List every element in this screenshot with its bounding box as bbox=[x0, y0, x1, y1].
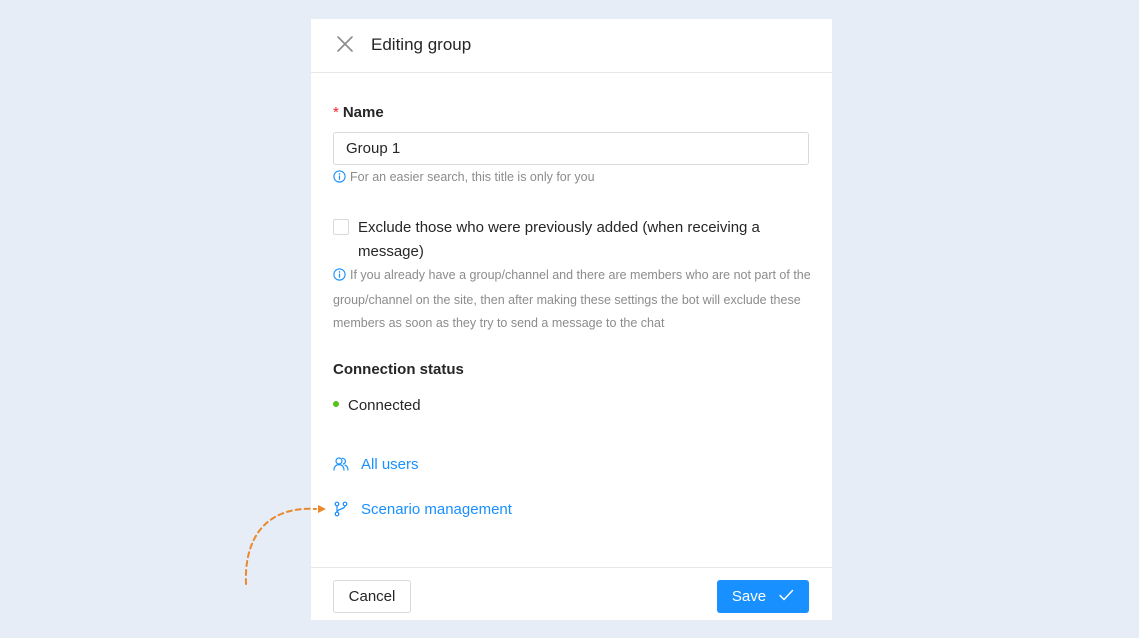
panel-header: Editing group bbox=[311, 19, 832, 73]
name-hint: For an easier search, this title is only… bbox=[333, 167, 595, 189]
info-icon bbox=[333, 266, 346, 289]
name-hint-text: For an easier search, this title is only… bbox=[350, 170, 595, 184]
page-title: Editing group bbox=[371, 35, 472, 54]
name-input[interactable] bbox=[333, 132, 809, 165]
edit-group-panel: Editing group *Name For an easier search… bbox=[311, 19, 832, 620]
scenario-management-link[interactable]: Scenario management bbox=[333, 500, 512, 523]
all-users-link[interactable]: All users bbox=[333, 455, 419, 478]
name-label: * Name bbox=[333, 104, 384, 122]
scenario-management-label: Scenario management bbox=[361, 501, 512, 518]
annotation-arrow-icon bbox=[244, 505, 326, 585]
status-dot-icon bbox=[333, 401, 339, 407]
exclude-hint-text: If you already have a group/channel and … bbox=[333, 268, 811, 330]
panel-footer: Cancel Save bbox=[311, 567, 832, 620]
check-icon bbox=[778, 587, 794, 607]
connection-status-text: Connected bbox=[348, 397, 421, 414]
users-icon bbox=[333, 456, 349, 478]
name-label-text: Name bbox=[342, 104, 384, 121]
cancel-button[interactable]: Cancel bbox=[333, 580, 411, 613]
exclude-checkbox[interactable] bbox=[333, 219, 349, 235]
exclude-hint: If you already have a group/channel and … bbox=[333, 264, 811, 335]
all-users-label: All users bbox=[361, 456, 419, 473]
close-icon[interactable] bbox=[335, 34, 355, 54]
save-button[interactable]: Save bbox=[717, 580, 809, 613]
save-button-label: Save bbox=[731, 588, 767, 605]
connection-status-title: Connection status bbox=[333, 361, 464, 378]
exclude-checkbox-label[interactable]: Exclude those who were previously added … bbox=[358, 216, 788, 264]
connection-status: Connected bbox=[333, 396, 421, 416]
required-mark: * bbox=[333, 104, 339, 121]
info-icon bbox=[333, 169, 346, 189]
